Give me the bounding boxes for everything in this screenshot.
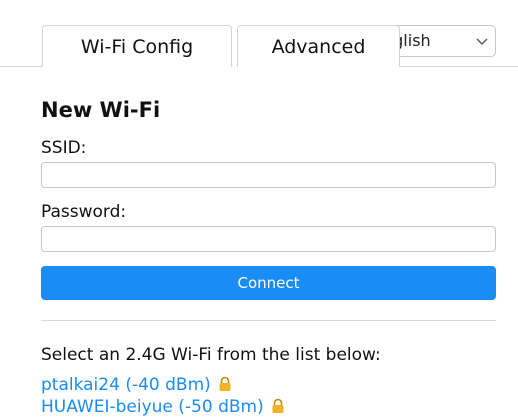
page-title: New Wi-Fi	[41, 98, 161, 122]
network-item[interactable]: ptalkai24 (-40 dBm)	[41, 375, 233, 395]
network-item-label: ptalkai24 (-40 dBm)	[41, 375, 211, 395]
lock-icon	[219, 376, 231, 391]
network-item[interactable]: HUAWEI-beiyue (-50 dBm)	[41, 397, 286, 417]
connect-button[interactable]: Connect	[41, 266, 496, 300]
chevron-down-icon	[476, 38, 488, 45]
section-divider	[41, 320, 496, 321]
network-item-label: HUAWEI-beiyue (-50 dBm)	[41, 397, 264, 417]
tab-wifi-config[interactable]: Wi-Fi Config	[42, 25, 232, 67]
network-list-instruction: Select an 2.4G Wi-Fi from the list below…	[41, 345, 381, 365]
tab-advanced[interactable]: Advanced	[237, 25, 400, 67]
tab-wifi-config-label: Wi-Fi Config	[80, 35, 194, 58]
lock-icon	[272, 398, 284, 413]
tab-baseline-left	[0, 66, 42, 67]
password-input[interactable]	[41, 226, 496, 252]
wifi-config-page: nglish Wi-Fi Config Advanced New Wi-Fi S…	[0, 0, 518, 419]
ssid-input[interactable]	[41, 162, 496, 188]
tab-advanced-label: Advanced	[271, 35, 366, 58]
password-label: Password:	[41, 202, 127, 222]
ssid-label: SSID:	[41, 138, 87, 158]
tab-baseline-right	[400, 66, 518, 67]
